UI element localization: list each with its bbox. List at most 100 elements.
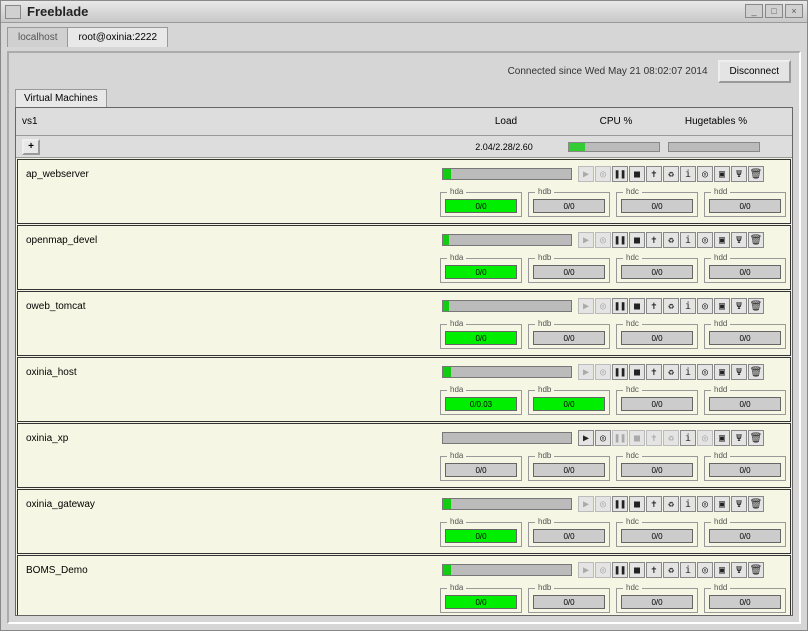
reset-icon[interactable]: ♻ [663,298,679,314]
vm-name: ap_webserver [22,169,442,180]
disconnect-button[interactable]: Disconnect [718,60,791,83]
maximize-button[interactable]: □ [765,4,783,18]
delete-icon[interactable]: 🗑 [748,430,764,446]
delete-icon[interactable]: 🗑 [748,166,764,182]
disk-label: hdb [535,319,554,328]
nic-icon[interactable]: Ψ [731,562,747,578]
info-icon[interactable]: i [680,430,696,446]
poweroff-icon[interactable]: ✝ [646,232,662,248]
nic-icon[interactable]: Ψ [731,232,747,248]
poweroff-icon[interactable]: ✝ [646,166,662,182]
target-play-icon[interactable]: ◎ [595,430,611,446]
stop-icon[interactable]: ■ [629,166,645,182]
play-icon[interactable]: ▶ [578,430,594,446]
reset-icon[interactable]: ♻ [663,364,679,380]
stop-icon[interactable]: ■ [629,496,645,512]
disk-io-meter: 0/0 [533,529,605,543]
disk-icon[interactable]: ▣ [714,166,730,182]
nic-icon[interactable]: Ψ [731,364,747,380]
disk-icon[interactable]: ▣ [714,430,730,446]
vm-row: oweb_tomcat▶◎❚❚■✝♻i◎▣Ψ🗑hda0/0hdb0/0hdc0/… [17,291,791,356]
reset-icon[interactable]: ♻ [663,562,679,578]
poweroff-icon[interactable]: ✝ [646,364,662,380]
nic-icon[interactable]: Ψ [731,166,747,182]
disk-icon[interactable]: ▣ [714,562,730,578]
close-button[interactable]: × [785,4,803,18]
connection-tab[interactable]: root@oxinia:2222 [67,27,168,47]
target-icon[interactable]: ◎ [697,364,713,380]
hugetables-meter [668,142,760,152]
disk-io-meter: 0/0 [621,199,693,213]
nic-icon[interactable]: Ψ [731,298,747,314]
target-play-icon: ◎ [595,562,611,578]
info-icon[interactable]: i [680,166,696,182]
disk-icon[interactable]: ▣ [714,364,730,380]
info-icon[interactable]: i [680,364,696,380]
vm-row: BOMS_Demo▶◎❚❚■✝♻i◎▣Ψ🗑hda0/0hdb0/0hdc0/0h… [17,555,791,615]
system-menu-button[interactable] [5,5,21,19]
delete-icon[interactable]: 🗑 [748,562,764,578]
disk-io-meter: 0/0 [533,199,605,213]
target-icon[interactable]: ◎ [697,562,713,578]
info-icon[interactable]: i [680,298,696,314]
target-icon[interactable]: ◎ [697,298,713,314]
stop-icon[interactable]: ■ [629,364,645,380]
pause-icon[interactable]: ❚❚ [612,496,628,512]
stop-icon[interactable]: ■ [629,298,645,314]
disk-icon[interactable]: ▣ [714,496,730,512]
disk-label: hda [447,385,466,394]
reset-icon[interactable]: ♻ [663,496,679,512]
target-icon[interactable]: ◎ [697,166,713,182]
disk-io-meter: 0/0 [621,463,693,477]
disk-io-meter: 0/0 [445,529,517,543]
pause-icon[interactable]: ❚❚ [612,298,628,314]
disk-io-meter: 0/0 [445,463,517,477]
poweroff-icon[interactable]: ✝ [646,562,662,578]
info-icon[interactable]: i [680,232,696,248]
info-icon[interactable]: i [680,496,696,512]
info-icon[interactable]: i [680,562,696,578]
disk-icon[interactable]: ▣ [714,232,730,248]
stop-icon[interactable]: ■ [629,232,645,248]
disk-box: hdc0/0 [616,192,698,217]
disk-icon[interactable]: ▣ [714,298,730,314]
delete-icon[interactable]: 🗑 [748,298,764,314]
disk-io-meter: 0/0 [709,265,781,279]
target-icon[interactable]: ◎ [697,232,713,248]
poweroff-icon[interactable]: ✝ [646,496,662,512]
pause-icon[interactable]: ❚❚ [612,232,628,248]
delete-icon[interactable]: 🗑 [748,232,764,248]
vm-list[interactable]: ap_webserver▶◎❚❚■✝♻i◎▣Ψ🗑hda0/0hdb0/0hdc0… [16,158,792,615]
nic-icon[interactable]: Ψ [731,430,747,446]
disk-io-meter: 0/0 [621,265,693,279]
delete-icon[interactable]: 🗑 [748,496,764,512]
target-play-icon: ◎ [595,496,611,512]
disk-box: hdd0/0 [704,588,786,613]
pause-icon[interactable]: ❚❚ [612,364,628,380]
disk-label: hda [447,319,466,328]
reset-icon[interactable]: ♻ [663,232,679,248]
vm-name: BOMS_Demo [22,565,442,576]
tab-virtual-machines[interactable]: Virtual Machines [15,89,107,107]
vm-activity-meter [442,168,572,180]
pause-icon[interactable]: ❚❚ [612,166,628,182]
app-window: Freeblade _ □ × localhostroot@oxinia:222… [0,0,808,631]
disk-io-meter: 0/0 [445,265,517,279]
disk-io-meter: 0/0 [709,595,781,609]
poweroff-icon[interactable]: ✝ [646,298,662,314]
pause-icon[interactable]: ❚❚ [612,562,628,578]
vm-activity-meter [442,564,572,576]
nic-icon[interactable]: Ψ [731,496,747,512]
vm-activity-meter [442,234,572,246]
vm-name: oweb_tomcat [22,301,442,312]
disk-label: hdc [623,385,642,394]
stop-icon[interactable]: ■ [629,562,645,578]
disk-label: hdb [535,385,554,394]
target-icon[interactable]: ◎ [697,496,713,512]
reset-icon[interactable]: ♻ [663,166,679,182]
add-vm-button[interactable]: + [22,139,40,155]
delete-icon[interactable]: 🗑 [748,364,764,380]
connection-tab[interactable]: localhost [7,27,68,47]
vm-panel: vs1 Load CPU % Hugetables % + 2.04/2.28/… [15,107,793,616]
minimize-button[interactable]: _ [745,4,763,18]
